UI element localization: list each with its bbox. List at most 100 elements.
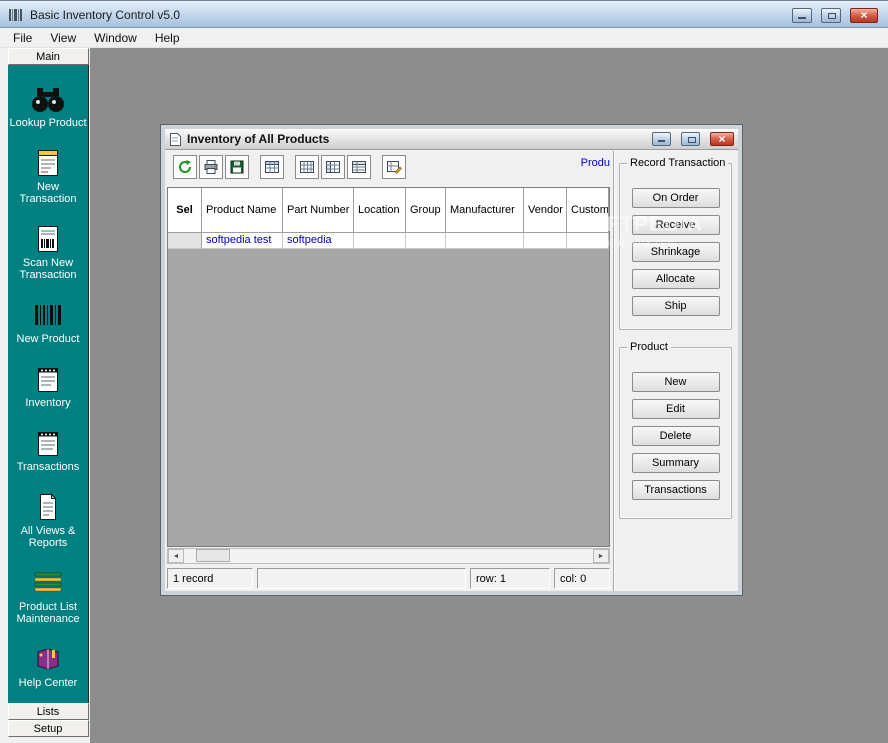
menu-item-view[interactable]: View: [41, 28, 85, 47]
print-icon: [203, 159, 219, 175]
summary-button[interactable]: Summary: [632, 453, 720, 473]
sidebar-item-scan-new-transaction[interactable]: Scan New Transaction: [9, 224, 87, 281]
transactions-button[interactable]: Transactions: [632, 480, 720, 500]
scroll-track[interactable]: [184, 549, 593, 563]
print-button[interactable]: [199, 155, 223, 179]
product-group: Product New Edit Delete Summary Transact…: [619, 347, 732, 519]
products-grid: Sel Product Name Part Number Location Gr…: [167, 187, 610, 547]
menubar: File View Window Help: [0, 28, 888, 48]
sidebar-item-help-center[interactable]: Help Center: [9, 644, 87, 689]
toolbar: Produ: [165, 151, 613, 182]
part-number-cell[interactable]: softpedia: [283, 233, 354, 249]
setup-button[interactable]: Setup: [8, 720, 89, 737]
grid-view-1-button[interactable]: [295, 155, 319, 179]
location-cell[interactable]: [354, 233, 406, 249]
child-minimize-button[interactable]: [652, 132, 671, 146]
new-button[interactable]: New: [632, 372, 720, 392]
grid-view-3-button[interactable]: [347, 155, 371, 179]
sidebar-item-label: Transactions: [17, 461, 80, 473]
ship-button[interactable]: Ship: [632, 296, 720, 316]
shrinkage-button[interactable]: Shrinkage: [632, 242, 720, 262]
child-maximize-icon: [688, 137, 696, 143]
column-header-part-number[interactable]: Part Number: [283, 188, 354, 233]
maximize-button[interactable]: [821, 8, 841, 23]
child-maximize-button[interactable]: [681, 132, 700, 146]
sidebar-item-transactions[interactable]: Transactions: [9, 428, 87, 473]
child-window: Inventory of All Products ×: [161, 125, 742, 595]
status-records: 1 record: [167, 568, 253, 589]
column-header-group[interactable]: Group: [406, 188, 446, 233]
minimize-icon: [798, 17, 806, 19]
status-row: row: 1: [470, 568, 550, 589]
transactions-notepad-icon: [37, 428, 59, 458]
table-view-icon: [264, 159, 280, 175]
sidebar-item-lookup-product[interactable]: Lookup Product: [9, 84, 87, 129]
sidebar-item-label: Scan New Transaction: [9, 257, 87, 281]
grid-view-2-button[interactable]: [321, 155, 345, 179]
allocate-button[interactable]: Allocate: [632, 269, 720, 289]
column-header-location[interactable]: Location: [354, 188, 406, 233]
product-name-cell[interactable]: softpedia test: [202, 233, 283, 249]
customize-icon: [386, 159, 402, 175]
app-title: Basic Inventory Control v5.0: [30, 8, 180, 22]
refresh-icon: [177, 159, 193, 175]
app-titlebar[interactable]: Basic Inventory Control v5.0 ×: [0, 0, 888, 28]
table-view-button[interactable]: [260, 155, 284, 179]
sidebar-item-new-product[interactable]: New Product: [9, 300, 87, 345]
app-icon: [8, 7, 24, 23]
grid-header: Sel Product Name Part Number Location Gr…: [168, 188, 609, 233]
column-header-product-name[interactable]: Product Name: [202, 188, 283, 233]
column-header-manufacturer[interactable]: Manufacturer: [446, 188, 524, 233]
save-button[interactable]: [225, 155, 249, 179]
menu-item-help[interactable]: Help: [146, 28, 189, 47]
refresh-button[interactable]: [173, 155, 197, 179]
sidebar-item-label: New Product: [17, 333, 80, 345]
lists-button[interactable]: Lists: [8, 703, 89, 720]
child-window-controls: ×: [652, 132, 734, 146]
scroll-left-button[interactable]: ◄: [168, 549, 184, 563]
vendor-cell[interactable]: [524, 233, 567, 249]
edit-button[interactable]: Edit: [632, 399, 720, 419]
mdi-area: Inventory of All Products ×: [90, 48, 888, 743]
sidebar-item-all-views-reports[interactable]: All Views & Reports: [9, 492, 87, 549]
sidebar-item-product-list-maintenance[interactable]: Product List Maintenance: [9, 568, 87, 625]
child-minimize-icon: [658, 140, 665, 142]
grid-row[interactable]: softpedia test softpedia: [168, 233, 609, 249]
menu-item-window[interactable]: Window: [85, 28, 146, 47]
product-list-icon: [34, 568, 62, 598]
group-cell[interactable]: [406, 233, 446, 249]
sidebar-item-label: Help Center: [19, 677, 78, 689]
custom-cell[interactable]: [567, 233, 609, 249]
scroll-thumb[interactable]: [196, 549, 230, 562]
sidebar-item-label: Lookup Product: [9, 117, 86, 129]
customize-button[interactable]: [382, 155, 406, 179]
manufacturer-cell[interactable]: [446, 233, 524, 249]
column-header-vendor[interactable]: Vendor: [524, 188, 567, 233]
close-button[interactable]: ×: [850, 8, 878, 23]
menu-item-file[interactable]: File: [4, 28, 41, 47]
child-close-button[interactable]: ×: [710, 132, 734, 146]
window-controls: ×: [792, 8, 878, 23]
h-scrollbar[interactable]: ◄ ►: [167, 548, 610, 564]
status-col: col: 0: [554, 568, 610, 589]
sidebar-item-inventory[interactable]: Inventory: [9, 364, 87, 409]
column-header-custom[interactable]: Custom: [567, 188, 609, 233]
delete-button[interactable]: Delete: [632, 426, 720, 446]
products-link[interactable]: Produ: [581, 157, 610, 169]
status-bar: 1 record row: 1 col: 0: [167, 568, 610, 589]
barcode-icon: [34, 300, 62, 330]
row-selector-cell[interactable]: [168, 233, 202, 249]
grid-work-area: Produ Sel Product Name Part Number Locat…: [165, 151, 613, 591]
sidebar-item-label: All Views & Reports: [9, 525, 87, 549]
column-header-sel[interactable]: Sel: [168, 188, 202, 233]
scroll-right-button[interactable]: ►: [593, 549, 609, 563]
on-order-button[interactable]: On Order: [632, 188, 720, 208]
sidebar-item-new-transaction[interactable]: New Transaction: [9, 148, 87, 205]
child-titlebar[interactable]: Inventory of All Products ×: [165, 129, 738, 150]
minimize-button[interactable]: [792, 8, 812, 23]
receive-button[interactable]: Receive: [632, 215, 720, 235]
maximize-icon: [828, 13, 836, 19]
main-button[interactable]: Main: [8, 48, 89, 65]
binoculars-icon: [31, 84, 65, 114]
sidebar: Main Lookup Product: [8, 48, 89, 737]
